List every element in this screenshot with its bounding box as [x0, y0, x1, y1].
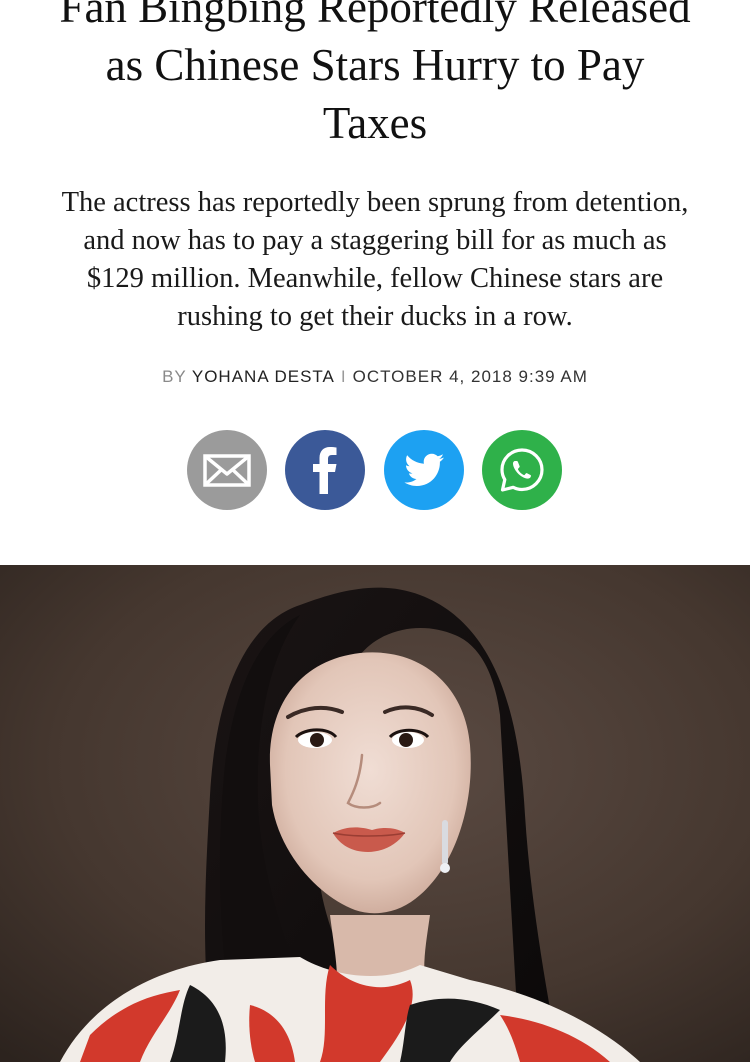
headline: Fan Bingbing Reportedly Released as Chin… — [0, 0, 750, 152]
publish-date: OCTOBER 4, 2018 9:39 AM — [352, 367, 588, 386]
dek-line: and now has to pay a staggering bill for… — [83, 225, 667, 256]
article-dek: The actress has reportedly been sprung f… — [15, 184, 735, 336]
headline-line: Taxes — [322, 98, 428, 148]
share-facebook-button[interactable] — [285, 430, 365, 510]
share-twitter-button[interactable] — [384, 430, 464, 510]
dek-line: The actress has reportedly been sprung f… — [61, 187, 689, 218]
envelope-icon — [203, 454, 251, 487]
headline-line: Fan Bingbing Reportedly Released — [59, 0, 691, 32]
facebook-icon — [313, 447, 337, 494]
dek-line: rushing to get their ducks in a row. — [177, 301, 573, 332]
byline-separator: I — [340, 367, 347, 386]
author-link[interactable]: YOHANA DESTA — [192, 367, 335, 386]
whatsapp-icon — [500, 448, 544, 492]
dek-line: $129 million. Meanwhile, fellow Chinese … — [86, 263, 664, 294]
portrait-photo — [0, 565, 750, 1062]
twitter-icon — [404, 453, 444, 486]
article-header: Fan Bingbing Reportedly Released as Chin… — [0, 0, 750, 565]
byline-prefix: BY — [162, 367, 187, 386]
hero-photo — [0, 565, 750, 1062]
byline: BY YOHANA DESTA I OCTOBER 4, 2018 9:39 AM — [0, 367, 750, 387]
share-email-button[interactable] — [187, 430, 267, 510]
share-whatsapp-button[interactable] — [482, 430, 562, 510]
headline-line: as Chinese Stars Hurry to Pay — [105, 40, 645, 90]
share-buttons — [187, 430, 563, 510]
